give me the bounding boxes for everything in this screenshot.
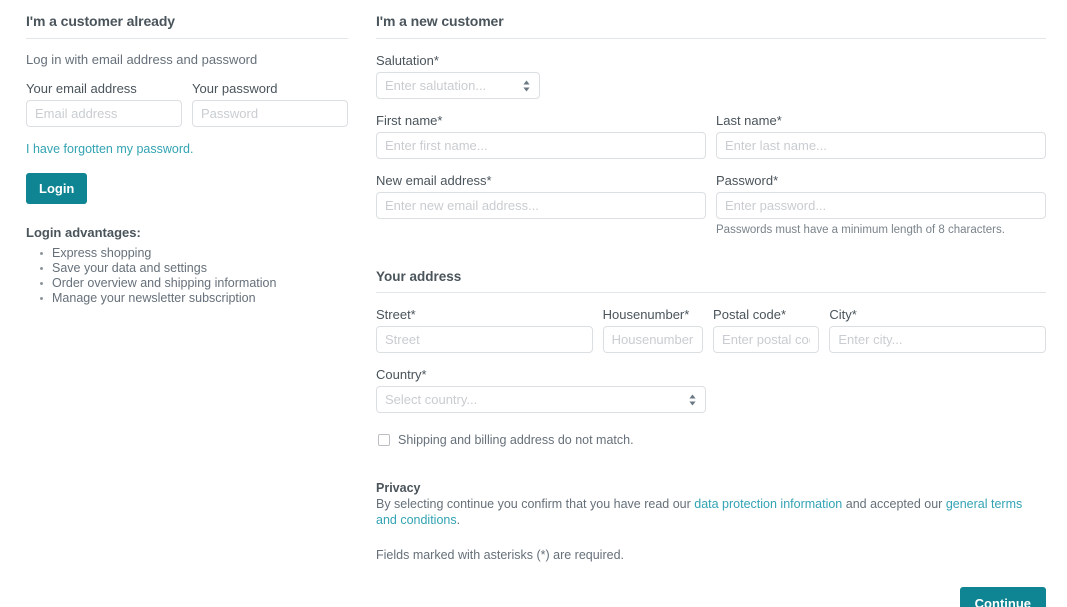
login-button[interactable]: Login xyxy=(26,173,88,204)
login-password-field-group: Your password xyxy=(192,81,348,127)
housenumber-label: Housenumber* xyxy=(602,307,690,322)
list-item: Save your data and settings xyxy=(40,261,348,276)
credentials-row: New email address* Password* Passwords m… xyxy=(376,173,1046,236)
first-name-input[interactable] xyxy=(376,132,706,159)
salutation-select[interactable]: Enter salutation... xyxy=(376,72,540,99)
new-customer-panel: I'm a new customer Salutation* Enter sal… xyxy=(376,13,1046,607)
privacy-title: Privacy xyxy=(376,481,421,495)
continue-row: Continue xyxy=(376,587,1046,607)
login-fields-row: Your email address Your password xyxy=(26,81,348,127)
password-hint-text: Passwords must have a minimum length of … xyxy=(716,224,1005,236)
continue-button[interactable]: Continue xyxy=(959,587,1046,607)
last-name-input[interactable] xyxy=(716,132,1046,159)
first-name-label: First name* xyxy=(376,113,443,128)
salutation-row: Salutation* Enter salutation... xyxy=(376,53,1046,99)
new-email-field-group: New email address* xyxy=(376,173,706,236)
postal-code-field-group: Postal code* xyxy=(713,307,820,353)
city-input[interactable] xyxy=(829,326,1046,353)
login-button-row: Login xyxy=(26,156,348,204)
housenumber-input[interactable] xyxy=(602,326,704,353)
postal-code-label: Postal code* xyxy=(713,307,787,322)
country-field-group: Country* Select country... xyxy=(376,367,706,413)
address-section: Your address Street* Housenumber* Postal… xyxy=(376,269,1046,447)
forgot-password-link[interactable]: I have forgotten my password. xyxy=(26,142,193,156)
city-field-group: City* xyxy=(829,307,1046,353)
street-field-group: Street* xyxy=(376,307,593,353)
address-heading: Your address xyxy=(376,269,1046,293)
privacy-text-before: By selecting continue you confirm that y… xyxy=(376,497,695,511)
login-email-label: Your email address xyxy=(26,81,137,96)
required-fields-note: Fields marked with asterisks (*) are req… xyxy=(376,548,624,562)
list-item: Express shopping xyxy=(40,246,348,261)
login-heading: I'm a customer already xyxy=(26,13,348,39)
register-heading: I'm a new customer xyxy=(376,13,1046,39)
login-intro-text: Log in with email address and password xyxy=(26,52,258,67)
data-protection-link[interactable]: data protection information xyxy=(694,497,842,511)
new-email-label: New email address* xyxy=(376,173,492,188)
login-password-input[interactable] xyxy=(192,100,348,127)
country-label: Country* xyxy=(376,367,427,382)
salutation-label: Salutation* xyxy=(376,53,439,68)
privacy-text: By selecting continue you confirm that y… xyxy=(376,496,1046,528)
privacy-text-after: . xyxy=(456,513,461,527)
login-email-field-group: Your email address xyxy=(26,81,182,127)
country-select[interactable]: Select country... xyxy=(376,386,706,413)
new-password-input[interactable] xyxy=(716,192,1046,219)
first-name-field-group: First name* xyxy=(376,113,706,159)
last-name-field-group: Last name* xyxy=(716,113,1046,159)
salutation-select-wrap: Enter salutation... xyxy=(376,72,540,99)
address-row: Street* Housenumber* Postal code* City* xyxy=(376,307,1046,353)
login-password-label: Your password xyxy=(192,81,278,96)
country-row: Country* Select country... xyxy=(376,367,1046,413)
country-select-wrap: Select country... xyxy=(376,386,706,413)
last-name-label: Last name* xyxy=(716,113,782,128)
shipping-address-checkbox[interactable] xyxy=(378,434,390,446)
existing-customer-panel: I'm a customer already Log in with email… xyxy=(26,13,348,306)
shipping-address-toggle-row: Shipping and billing address do not matc… xyxy=(376,433,1046,447)
new-password-field-group: Password* Passwords must have a minimum … xyxy=(716,173,1046,236)
housenumber-field-group: Housenumber* xyxy=(602,307,704,353)
street-label: Street* xyxy=(376,307,416,322)
login-advantages-title: Login advantages: xyxy=(26,225,141,240)
privacy-section: Privacy By selecting continue you confir… xyxy=(376,481,1046,562)
street-input[interactable] xyxy=(376,326,593,353)
new-password-label: Password* xyxy=(716,173,779,188)
shipping-address-checkbox-label: Shipping and billing address do not matc… xyxy=(398,433,634,447)
privacy-text-middle: and accepted our xyxy=(842,497,946,511)
salutation-field-group: Salutation* Enter salutation... xyxy=(376,53,540,99)
city-label: City* xyxy=(829,307,857,322)
new-email-input[interactable] xyxy=(376,192,706,219)
name-row: First name* Last name* xyxy=(376,113,1046,159)
postal-code-input[interactable] xyxy=(713,326,820,353)
login-email-input[interactable] xyxy=(26,100,182,127)
registration-page: I'm a customer already Log in with email… xyxy=(0,0,1067,607)
login-advantages-list: Express shopping Save your data and sett… xyxy=(26,246,348,306)
list-item: Order overview and shipping information xyxy=(40,276,348,291)
list-item: Manage your newsletter subscription xyxy=(40,291,348,306)
